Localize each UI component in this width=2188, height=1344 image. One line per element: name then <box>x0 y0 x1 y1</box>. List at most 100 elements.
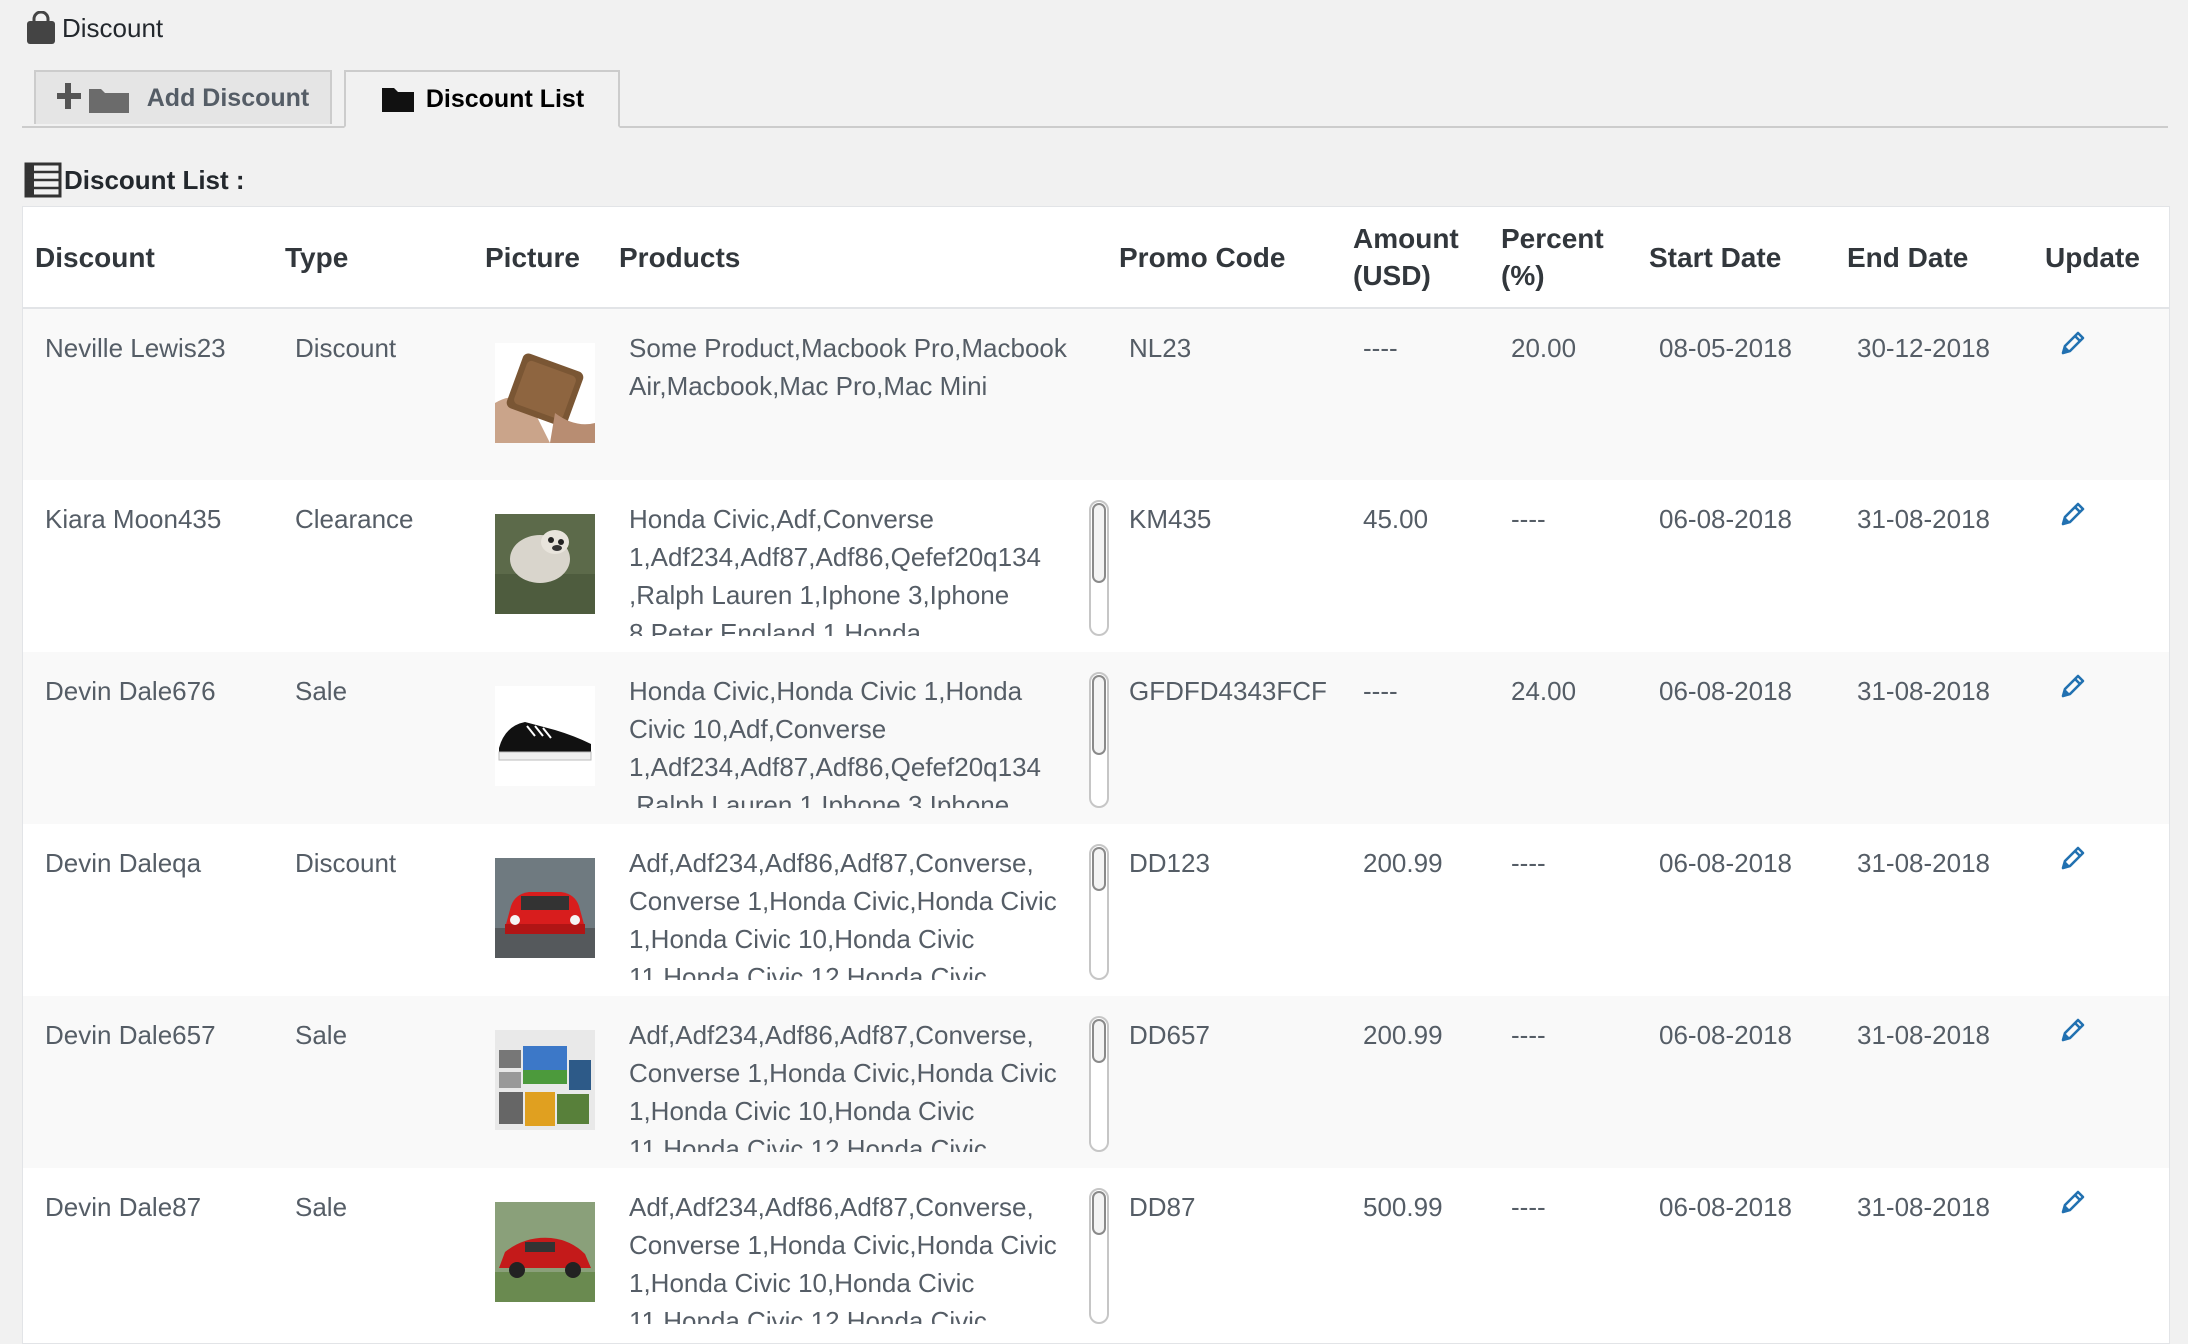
cell-discount: Devin Dale676 <box>45 676 216 706</box>
table-row: Devin Dale87 Sale Adf,Adf234,Adf86,Adf87… <box>23 1168 2169 1340</box>
products-scrollbar[interactable] <box>1089 844 1109 980</box>
products-text: Honda Civic,Adf,Converse 1,Adf234,Adf87,… <box>629 504 1042 636</box>
cell-promo-code: DD87 <box>1107 1168 1341 1340</box>
cell-amount: 45.00 <box>1363 504 1429 534</box>
table-row: Kiara Moon435 Clearance Honda Civic,Adf,… <box>23 480 2169 652</box>
col-header-percent[interactable]: Percent (%) <box>1489 207 1637 309</box>
col-header-discount[interactable]: Discount <box>23 207 273 309</box>
products-text: Honda Civic,Honda Civic 1,Honda Civic 10… <box>629 676 1042 808</box>
scrollbar-thumb[interactable] <box>1092 503 1106 583</box>
cell-start-date: 06-08-2018 <box>1659 848 1792 878</box>
col-header-amount[interactable]: Amount (USD) <box>1341 207 1489 309</box>
promo-code-text: KM435 <box>1129 504 1212 534</box>
products-box: Honda Civic,Adf,Converse 1,Adf234,Adf87,… <box>629 500 1109 636</box>
cell-update <box>2033 652 2169 824</box>
cell-end-date: 31-08-2018 <box>1857 676 1990 706</box>
col-header-promo-code[interactable]: Promo Code <box>1107 207 1341 309</box>
cell-start-date: 06-08-2018 <box>1659 1020 1792 1050</box>
scrollbar-thumb[interactable] <box>1092 675 1106 755</box>
list-icon <box>24 162 62 198</box>
cell-type: Discount <box>295 848 397 878</box>
cell-percent: ---- <box>1511 1192 1546 1222</box>
products-box: Adf,Adf234,Adf86,Adf87,Converse, Convers… <box>629 1188 1109 1324</box>
tab-bar: Add Discount Discount List <box>22 70 2168 128</box>
cell-end-date: 31-08-2018 <box>1857 1020 1990 1050</box>
col-header-update: Update <box>2033 207 2169 309</box>
promo-code-text: DD123 <box>1129 848 1210 878</box>
products-box: Adf,Adf234,Adf86,Adf87,Converse, Convers… <box>629 1016 1109 1152</box>
col-header-type[interactable]: Type <box>273 207 473 309</box>
table-row: Neville Lewis23 Discount Some Product,Ma… <box>23 308 2169 480</box>
pencil-icon[interactable] <box>2057 329 2087 359</box>
cell-picture <box>473 308 607 480</box>
scrollbar-thumb[interactable] <box>1092 1019 1106 1063</box>
products-box: Some Product,Macbook Pro,Macbook Air,Mac… <box>629 329 1109 465</box>
cell-picture <box>473 480 607 652</box>
page-header: Discount <box>24 8 163 48</box>
shopping-bag-icon <box>27 11 55 44</box>
cell-promo-code: NL23 <box>1107 308 1341 480</box>
tab-discount-list[interactable]: Discount List <box>344 70 620 128</box>
scrollbar-thumb[interactable] <box>1092 1191 1106 1235</box>
red-car-front-image <box>495 858 595 958</box>
section-title-text: Discount List : <box>64 164 245 195</box>
cell-start-date: 06-08-2018 <box>1659 676 1792 706</box>
cell-type: Sale <box>295 1192 348 1222</box>
cell-products: Honda Civic,Honda Civic 1,Honda Civic 10… <box>607 652 1109 824</box>
tab-add-discount-label: Add Discount <box>146 83 310 112</box>
cell-update <box>2033 480 2169 652</box>
promo-code-text: GFDFD4343FCF <box>1129 676 1327 706</box>
cell-percent: ---- <box>1511 1020 1546 1050</box>
products-scrollbar[interactable] <box>1089 1016 1109 1152</box>
cell-start-date: 08-05-2018 <box>1659 333 1792 363</box>
products-scrollbar[interactable] <box>1089 1188 1109 1324</box>
folder-icon <box>381 88 414 112</box>
table-header-row: Discount Type Picture Products Promo Cod… <box>23 207 2169 309</box>
cell-promo-code: GFDFD4343FCF <box>1107 652 1341 824</box>
cell-end-date: 31-08-2018 <box>1857 848 1990 878</box>
tab-add-discount[interactable]: Add Discount <box>34 70 332 124</box>
pug-dog-image <box>495 514 595 614</box>
cell-picture <box>473 1168 607 1340</box>
cell-percent: ---- <box>1511 504 1546 534</box>
cell-products: Adf,Adf234,Adf86,Adf87,Converse, Convers… <box>607 996 1109 1168</box>
cell-picture <box>473 996 607 1168</box>
cell-products: Some Product,Macbook Pro,Macbook Air,Mac… <box>607 308 1107 480</box>
cell-discount: Kiara Moon435 <box>45 504 222 534</box>
col-header-end-date[interactable]: End Date <box>1835 207 2033 309</box>
products-box: Adf,Adf234,Adf86,Adf87,Converse, Convers… <box>629 844 1109 980</box>
pencil-icon[interactable] <box>2057 672 2087 702</box>
cell-amount: 200.99 <box>1363 848 1443 878</box>
pencil-icon[interactable] <box>2057 1016 2087 1046</box>
cell-discount: Devin Dale657 <box>45 1020 216 1050</box>
cell-update <box>2033 996 2169 1168</box>
cell-type: Sale <box>295 676 348 706</box>
discount-page: Discount Add Discount Discount List Disc… <box>0 0 2188 1344</box>
col-header-start-date[interactable]: Start Date <box>1637 207 1835 309</box>
cell-amount: ---- <box>1363 676 1398 706</box>
products-scrollbar[interactable] <box>1089 672 1109 808</box>
products-scrollbar[interactable] <box>1089 500 1109 636</box>
scrollbar-thumb[interactable] <box>1092 847 1106 891</box>
cell-type: Sale <box>295 1020 348 1050</box>
cell-products: Honda Civic,Adf,Converse 1,Adf234,Adf87,… <box>607 480 1109 652</box>
col-header-products: Products <box>607 207 1107 309</box>
products-text: Adf,Adf234,Adf86,Adf87,Converse, Convers… <box>629 848 1057 980</box>
cell-percent: ---- <box>1511 848 1546 878</box>
section-title: Discount List : <box>24 162 245 198</box>
table-row: Devin Daleqa Discount Adf,Adf234,Adf86,A… <box>23 824 2169 996</box>
promo-code-text: DD87 <box>1129 1192 1196 1222</box>
cell-promo-code: KM435 <box>1107 480 1341 652</box>
cell-end-date: 30-12-2018 <box>1857 333 1990 363</box>
tab-discount-list-label: Discount List <box>425 84 585 113</box>
sneaker-image <box>495 686 595 786</box>
pencil-icon[interactable] <box>2057 1188 2087 1218</box>
col-header-picture: Picture <box>473 207 607 309</box>
pencil-icon[interactable] <box>2057 844 2087 874</box>
products-text: Some Product,Macbook Pro,Macbook Air,Mac… <box>629 333 1067 401</box>
pencil-icon[interactable] <box>2057 500 2087 530</box>
cell-percent: 24.00 <box>1511 676 1577 706</box>
products-text: Adf,Adf234,Adf86,Adf87,Converse, Convers… <box>629 1192 1057 1324</box>
cell-update <box>2033 308 2169 480</box>
cell-discount: Devin Daleqa <box>45 848 202 878</box>
